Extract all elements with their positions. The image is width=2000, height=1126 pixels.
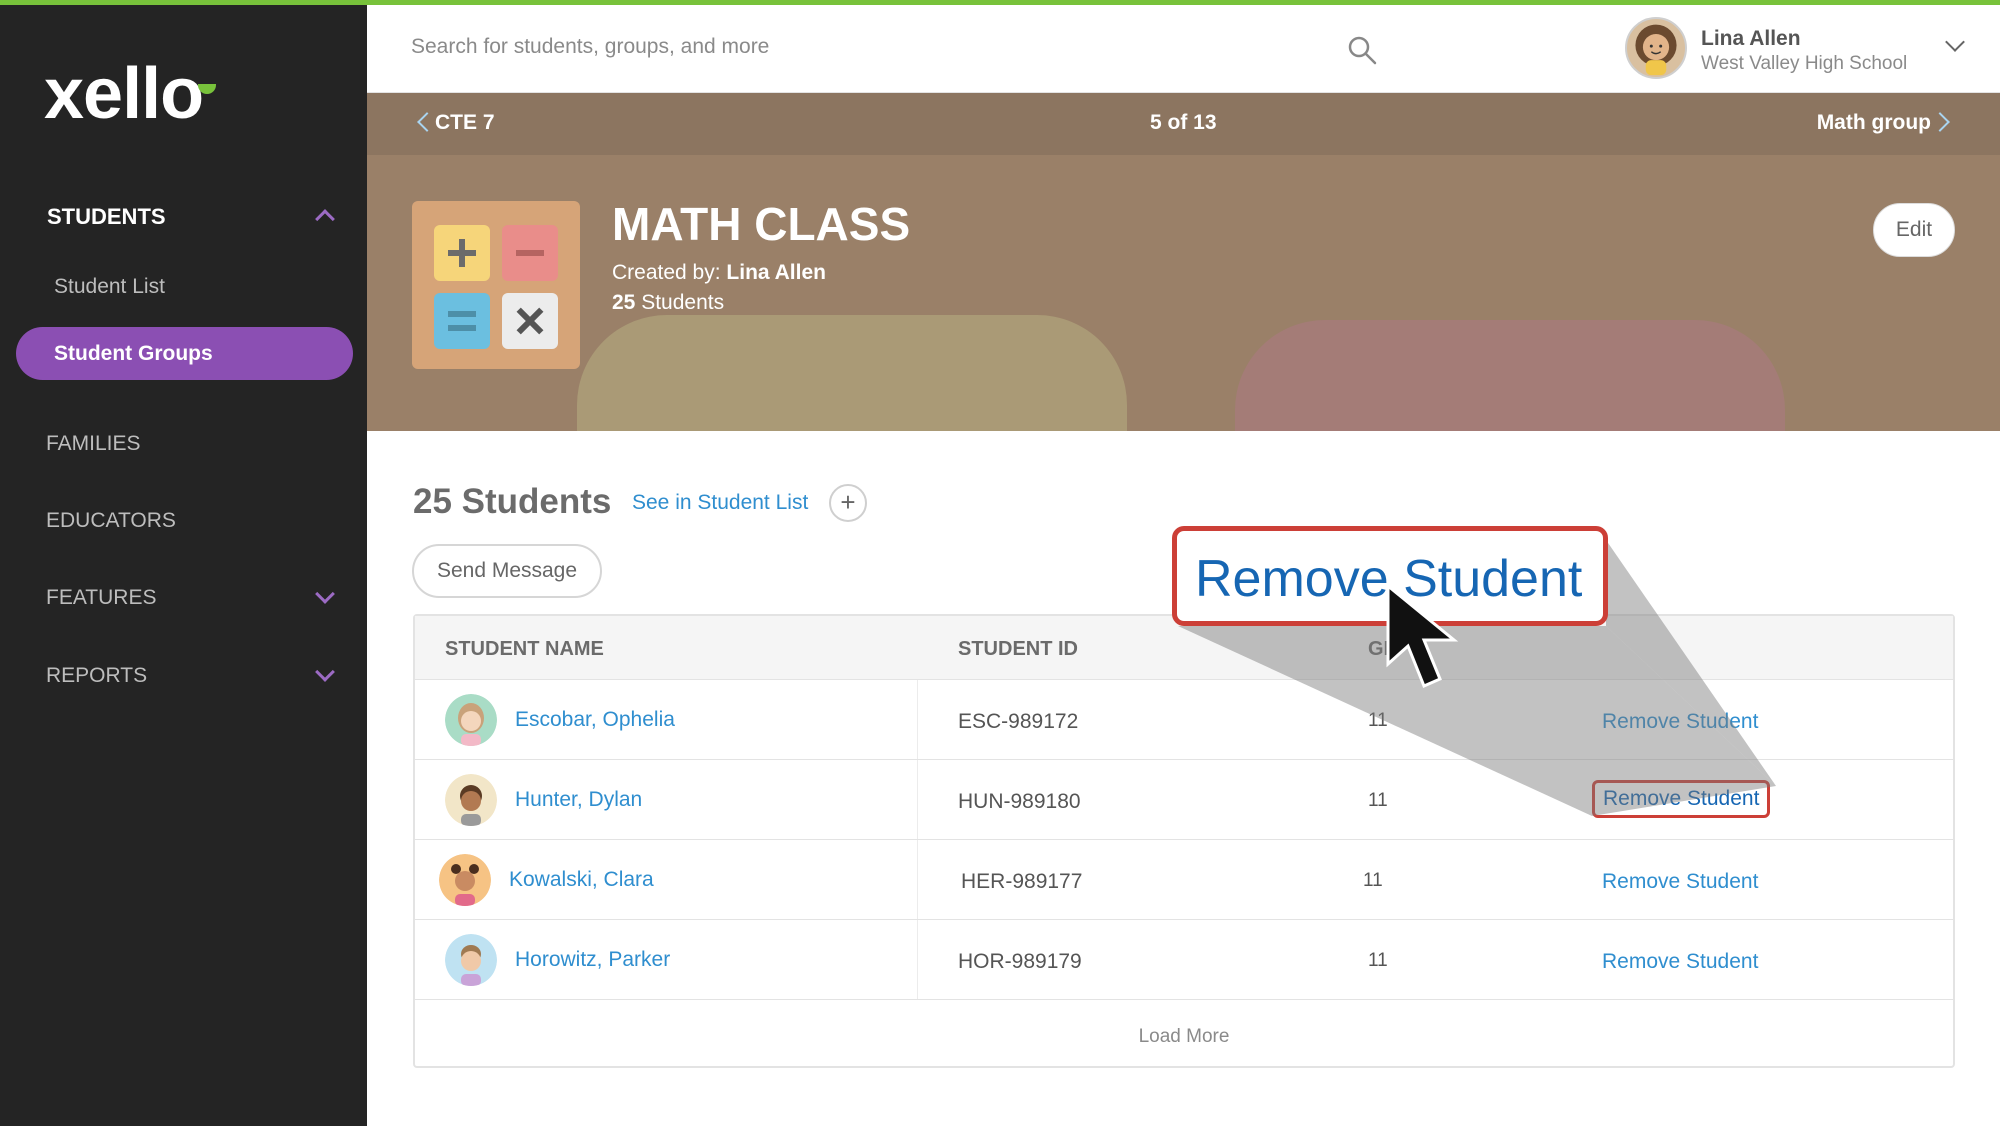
student-grade: 11 [1368,950,1388,971]
plus-icon: + [840,487,856,517]
load-more-button[interactable]: Load More [415,1026,1953,1048]
student-id: ESC-989172 [958,710,1079,733]
chevron-up-icon[interactable] [315,209,335,229]
student-grade: 11 [1368,790,1388,811]
column-divider [917,920,918,999]
student-id: HOR-989179 [958,950,1082,973]
table-row: Escobar, Ophelia ESC-989172 11 Remove St… [415,680,1953,760]
column-header-name[interactable]: STUDENT NAME [445,638,604,661]
nav-student-groups-label: Student Groups [54,342,213,365]
group-position: 5 of 13 [1150,111,1217,134]
student-avatar [445,694,497,746]
student-grade: 11 [1363,870,1383,891]
add-student-button[interactable]: + [829,484,867,522]
xello-logo[interactable]: xello [44,58,204,130]
sidebar: xello STUDENTS Student List Student Grou… [0,0,367,1126]
decorative-shape [1235,320,1785,431]
column-divider [917,680,918,759]
student-count-word: Students [635,291,725,314]
top-bar: Search for students, groups, and more Li… [367,5,2000,93]
remove-student-link[interactable]: Remove Student [1602,870,1758,894]
column-header-id[interactable]: STUDENT ID [958,638,1078,661]
table-row: Kowalski, Clara HER-989177 11 Remove Stu… [415,840,1953,920]
group-navigation: CTE 7 5 of 13 Math group [367,93,2000,155]
remove-student-link[interactable]: Remove Student [1602,710,1758,734]
student-name-link[interactable]: Kowalski, Clara [509,868,654,892]
search-icon[interactable] [1347,35,1377,65]
cursor-icon [1386,584,1459,688]
plus-tile-icon [434,225,490,281]
nav-educators[interactable]: EDUCATORS [46,509,176,533]
student-avatar [445,774,497,826]
student-grade: 11 [1368,710,1388,731]
decorative-shape [577,315,1127,431]
student-name-link[interactable]: Escobar, Ophelia [515,708,675,732]
nav-student-list[interactable]: Student List [54,275,165,299]
student-id: HUN-989180 [958,790,1081,813]
send-message-button[interactable]: Send Message [412,544,602,598]
previous-group-link[interactable]: CTE 7 [435,111,495,135]
created-by-name: Lina Allen [726,261,826,284]
nav-student-groups[interactable]: Student Groups [16,327,353,380]
student-avatar [439,854,491,906]
edit-button[interactable]: Edit [1873,203,1955,257]
minus-tile-icon [502,225,558,281]
group-title: MATH CLASS [612,198,911,250]
student-id: HER-989177 [961,870,1083,893]
table-row: Hunter, Dylan HUN-989180 11 Remove Stude… [415,760,1953,840]
student-count-number: 25 [612,291,636,314]
chevron-right-icon[interactable] [1930,112,1950,132]
user-name[interactable]: Lina Allen [1701,27,1801,51]
remove-student-link-highlighted[interactable]: Remove Student [1592,780,1771,818]
created-by-prefix: Created by: [612,261,727,284]
nav-students[interactable]: STUDENTS [47,204,166,230]
see-in-student-list-link[interactable]: See in Student List [632,491,808,515]
nav-families[interactable]: FAMILIES [46,432,141,456]
student-name-link[interactable]: Hunter, Dylan [515,788,642,812]
top-accent-line [0,0,2000,5]
students-count-title: 25 Students [413,482,612,521]
chevron-down-icon[interactable] [315,584,335,604]
nav-reports[interactable]: REPORTS [46,664,147,688]
chevron-left-icon[interactable] [417,112,437,132]
user-school: West Valley High School [1701,53,1908,74]
next-group-link[interactable]: Math group [1817,111,1931,135]
equals-tile-icon [434,293,490,349]
column-divider [917,840,918,919]
column-divider [917,760,918,839]
chevron-down-icon[interactable] [315,662,335,682]
remove-student-link[interactable]: Remove Student [1602,950,1758,974]
group-student-count: 25 Students [612,291,724,315]
created-by: Created by: Lina Allen [612,261,826,285]
times-tile-icon [502,293,558,349]
search-input[interactable]: Search for students, groups, and more [411,35,769,59]
chevron-down-icon[interactable] [1945,32,1965,52]
student-name-link[interactable]: Horowitz, Parker [515,948,670,972]
student-avatar [445,934,497,986]
user-avatar[interactable] [1625,17,1687,79]
math-group-icon [412,201,580,369]
students-table: STUDENT NAME STUDENT ID GR Escobar, Ophe… [413,614,1955,1068]
group-banner: MATH CLASS Created by: Lina Allen 25 Stu… [367,155,2000,431]
nav-features[interactable]: FEATURES [46,586,156,610]
table-row: Horowitz, Parker HOR-989179 11 Remove St… [415,920,1953,1000]
